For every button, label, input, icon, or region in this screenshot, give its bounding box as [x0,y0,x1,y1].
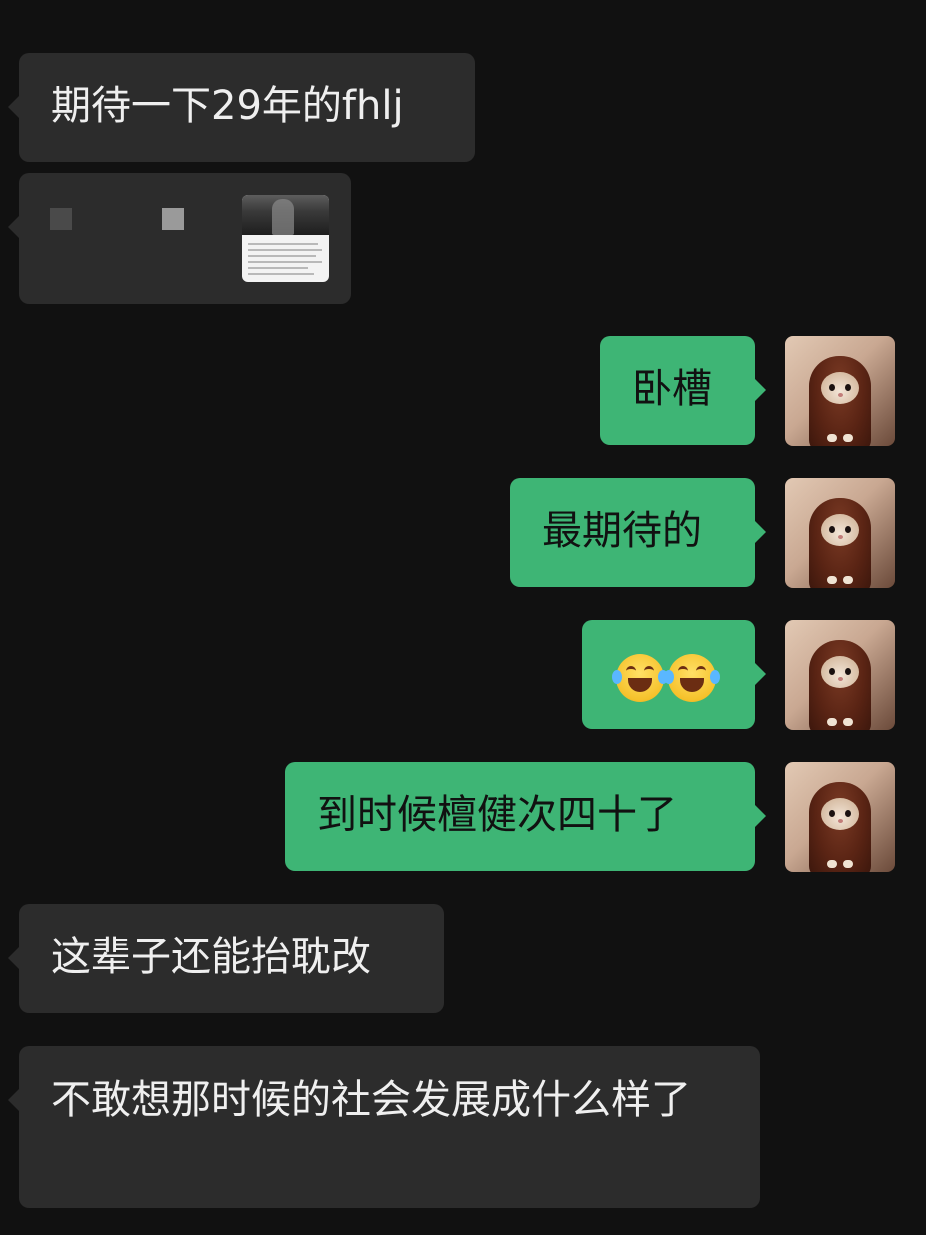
thumbnail-text-line [248,267,308,269]
shared-post-card[interactable] [8,173,351,304]
message-text: 最期待的 [542,508,702,554]
tears-of-joy-icon [612,654,668,702]
self-avatar[interactable] [785,762,895,872]
thumbnail-text-line [248,261,322,263]
outgoing-message-bubble[interactable]: 卧槽 [600,336,766,445]
thumbnail-text-line [248,243,318,245]
redacted-block [50,208,72,230]
outgoing-message-bubble[interactable]: 到时候檀健次四十了 [285,762,766,871]
tears-of-joy-icon [664,654,720,702]
message-text: 卧槽 [632,366,712,412]
message-text: 不敢想那时候的社会发展成什么样了 [51,1077,691,1123]
thumbnail-photo [242,195,329,235]
message-text: 这辈子还能抬耽改 [51,934,371,980]
outgoing-message-bubble[interactable] [582,620,766,729]
self-avatar[interactable] [785,620,895,730]
redacted-block [162,208,184,230]
outgoing-message-bubble[interactable]: 最期待的 [510,478,766,587]
message-text: 到时候檀健次四十了 [317,792,677,838]
incoming-message-bubble[interactable]: 不敢想那时候的社会发展成什么样了 [8,1046,760,1208]
incoming-message-bubble[interactable]: 这辈子还能抬耽改 [8,904,444,1013]
post-thumbnail[interactable] [242,195,329,282]
thumbnail-text-line [248,273,314,275]
incoming-message-bubble[interactable]: 期待一下29年的fhlj [8,53,475,162]
message-text: 期待一下29年的fhlj [51,83,404,129]
thumbnail-text-line [248,255,316,257]
self-avatar[interactable] [785,336,895,446]
self-avatar[interactable] [785,478,895,588]
emoji-row [582,620,755,702]
thumbnail-text-line [248,249,322,251]
